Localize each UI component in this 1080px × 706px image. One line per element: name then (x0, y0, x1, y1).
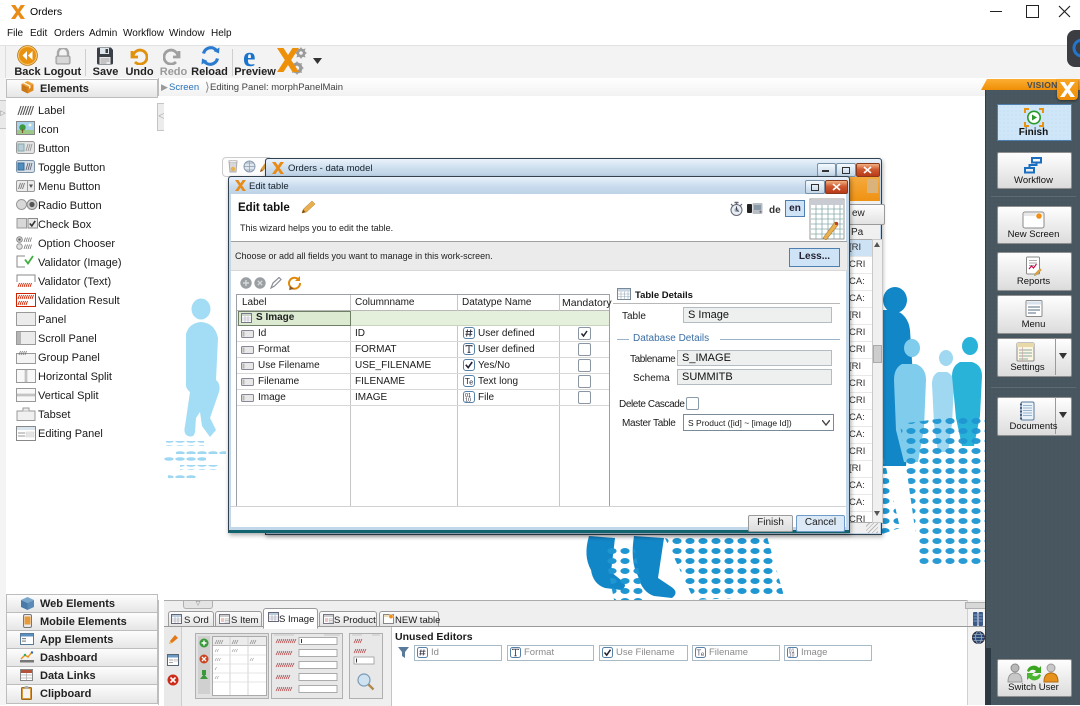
svg-text:10: 10 (465, 398, 471, 404)
svg-text:10: 10 (789, 653, 795, 658)
svg-text:e: e (701, 651, 705, 658)
svg-text:e: e (469, 380, 473, 387)
